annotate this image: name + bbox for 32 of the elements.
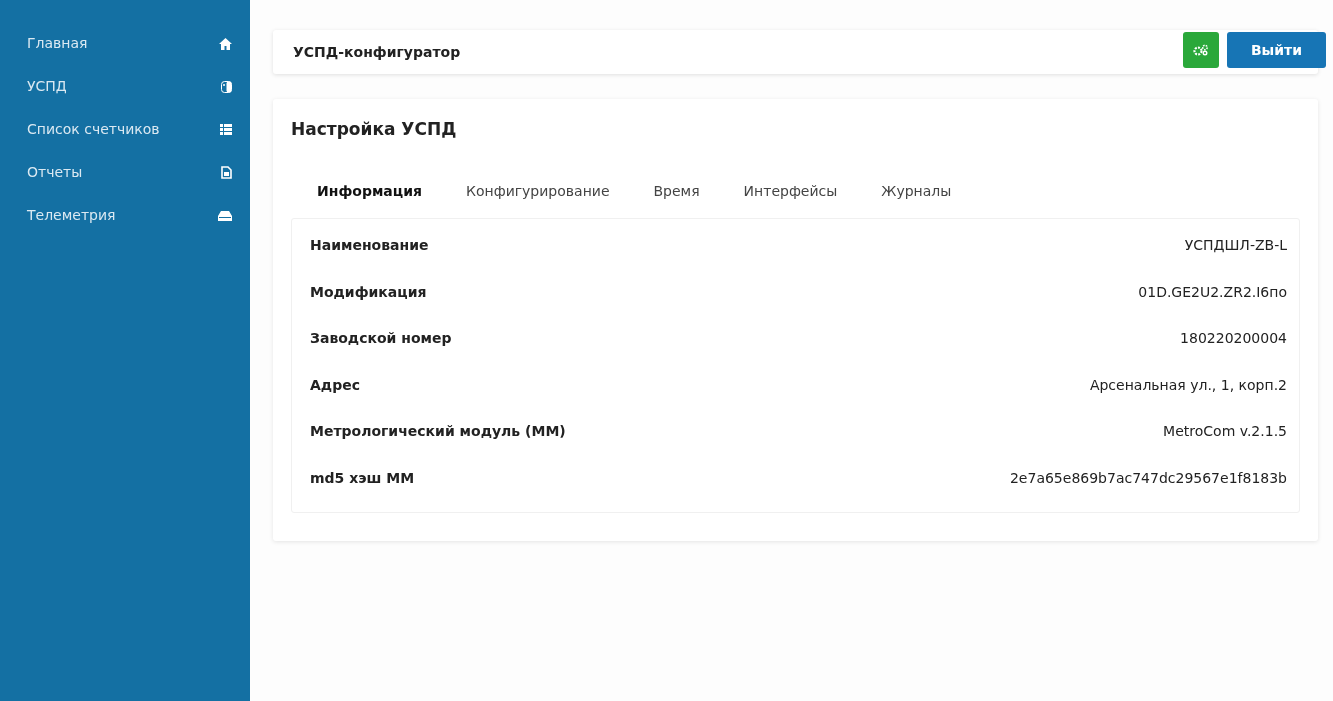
- sidebar-item[interactable]: Отчеты: [0, 151, 250, 194]
- field-value: 2e7a65e869b7ac747dc29567e1f8183b: [1009, 468, 1287, 488]
- app-title: УСПД-конфигуратор: [293, 42, 461, 62]
- logout-button[interactable]: Выйти: [1226, 32, 1326, 68]
- settings-button[interactable]: [1182, 32, 1219, 68]
- sidebar-item[interactable]: Главная: [0, 22, 250, 65]
- sidebar-item[interactable]: Список счетчиков: [0, 108, 250, 151]
- field-value: 01D.GE2U2.ZR2.I6по: [1138, 282, 1287, 302]
- tab[interactable]: Журналы: [859, 172, 974, 210]
- field-label: md5 хэш ММ: [310, 468, 415, 488]
- field-label: Метрологический модуль (ММ): [310, 422, 566, 442]
- gears-icon: [1192, 44, 1209, 56]
- field-value: УСПДШЛ-ZB-L: [1184, 236, 1287, 256]
- sidebar-item[interactable]: Телеметрия: [0, 194, 250, 237]
- home-icon: [219, 37, 232, 50]
- file-icon: [221, 166, 232, 179]
- tab[interactable]: Конфигурирование: [444, 172, 632, 210]
- tab[interactable]: Интерфейсы: [721, 172, 860, 210]
- field-value: Арсенальная ул., 1, корп.2: [1089, 375, 1287, 395]
- field-value: 180220200004: [1180, 329, 1287, 349]
- drive-icon: [218, 210, 232, 221]
- field-value: MetroCom v.2.1.5: [1163, 422, 1287, 442]
- field-label: Модификация: [310, 282, 427, 302]
- tab[interactable]: Информация: [295, 172, 444, 210]
- tab[interactable]: Время: [631, 172, 722, 210]
- list-icon: [220, 124, 232, 135]
- switch-icon: [221, 80, 232, 93]
- sidebar-item[interactable]: УСПД: [0, 65, 250, 108]
- field-label: Адрес: [310, 375, 360, 395]
- field-label: Наименование: [310, 236, 429, 256]
- field-label: Заводской номер: [310, 329, 452, 349]
- panel-title: Настройка УСПД: [291, 118, 458, 141]
